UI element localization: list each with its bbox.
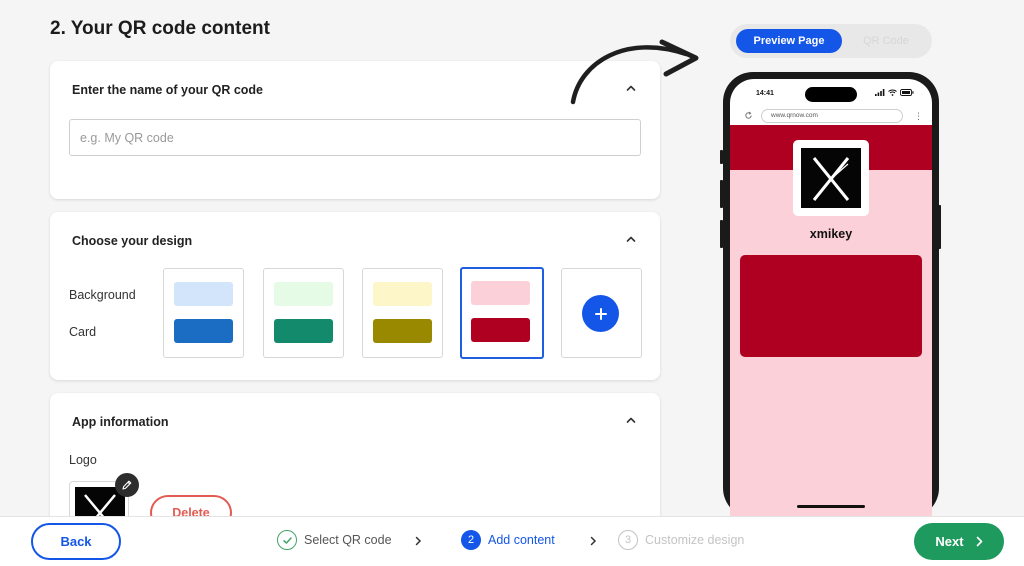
swatch-card-color bbox=[274, 319, 333, 343]
design-heading: Choose your design bbox=[72, 234, 193, 248]
status-icons bbox=[875, 89, 914, 96]
browser-url-bar: www.qrnow.com bbox=[761, 109, 903, 123]
swatch-background-color bbox=[373, 282, 432, 306]
preview-info-card bbox=[740, 255, 922, 357]
step-number: 2 bbox=[461, 530, 481, 550]
plus-icon bbox=[582, 295, 619, 332]
tab-qr-code[interactable]: QR Code bbox=[846, 29, 926, 53]
chevron-right-icon bbox=[415, 536, 422, 546]
step-add-content: 2 Add content bbox=[461, 530, 555, 550]
phone-home-indicator bbox=[797, 505, 865, 508]
wifi-icon bbox=[888, 89, 897, 96]
preview-profile-frame bbox=[793, 140, 869, 216]
status-time: 14:41 bbox=[756, 90, 774, 97]
edit-logo-button[interactable] bbox=[115, 473, 139, 497]
app-information-card: App information Logo Delete bbox=[50, 393, 660, 533]
qr-name-heading: Enter the name of your QR code bbox=[72, 83, 264, 97]
preview-toggle: Preview Page QR Code bbox=[730, 24, 932, 58]
swatch-card-color bbox=[471, 318, 530, 342]
step-label: Select QR code bbox=[304, 533, 392, 547]
back-button[interactable]: Back bbox=[31, 523, 121, 560]
swatch-background-color bbox=[274, 282, 333, 306]
preview-profile-name: xmikey bbox=[809, 227, 853, 241]
add-custom-design-button[interactable] bbox=[561, 268, 642, 358]
wizard-footer: Back Select QR code 2 Add content 3 Cust… bbox=[0, 516, 1024, 566]
qr-name-input[interactable] bbox=[69, 119, 641, 156]
swatch-background-color bbox=[174, 282, 233, 306]
preview-logo-image bbox=[801, 148, 861, 208]
chevron-up-icon[interactable] bbox=[626, 415, 636, 425]
page-title: 2. Your QR code content bbox=[50, 18, 270, 39]
next-button[interactable]: Next bbox=[914, 523, 1004, 560]
phone-preview: 14:41 www.qrnow.com ⋮ xmikey bbox=[723, 72, 939, 518]
browser-url-row: www.qrnow.com ⋮ bbox=[730, 106, 932, 126]
app-information-heading: App information bbox=[72, 415, 169, 429]
background-label: Background bbox=[69, 288, 136, 302]
design-swatch-blue[interactable] bbox=[163, 268, 244, 358]
next-label: Next bbox=[935, 534, 964, 549]
design-swatch-yellow[interactable] bbox=[362, 268, 443, 358]
swatch-card-color bbox=[174, 319, 233, 343]
check-icon bbox=[277, 530, 297, 550]
pencil-icon bbox=[122, 480, 132, 490]
chevron-right-icon bbox=[976, 536, 982, 547]
step-label: Add content bbox=[488, 533, 555, 547]
swatch-background-color bbox=[471, 281, 530, 305]
design-card: Choose your design Background Card bbox=[50, 212, 660, 380]
step-customize-design: 3 Customize design bbox=[618, 530, 744, 550]
step-select-qr-code: Select QR code bbox=[277, 530, 392, 550]
chevron-right-icon bbox=[590, 536, 597, 546]
battery-icon bbox=[900, 89, 914, 96]
design-swatch-red[interactable] bbox=[460, 267, 544, 359]
logo-label: Logo bbox=[69, 453, 97, 467]
more-vertical-icon: ⋮ bbox=[914, 111, 923, 121]
step-number: 3 bbox=[618, 530, 638, 550]
swatch-card-color bbox=[373, 319, 432, 343]
signal-icon bbox=[875, 89, 885, 96]
step-label: Customize design bbox=[645, 533, 745, 547]
dynamic-island bbox=[805, 87, 857, 102]
tab-preview-page[interactable]: Preview Page bbox=[736, 29, 842, 53]
card-label: Card bbox=[69, 325, 97, 339]
phone-screen: 14:41 www.qrnow.com ⋮ xmikey bbox=[730, 79, 932, 518]
reload-icon bbox=[745, 111, 752, 119]
design-swatch-green[interactable] bbox=[263, 268, 344, 358]
chevron-up-icon[interactable] bbox=[626, 234, 636, 244]
phone-status-bar: 14:41 bbox=[730, 79, 932, 105]
curved-arrow-icon bbox=[570, 39, 699, 105]
